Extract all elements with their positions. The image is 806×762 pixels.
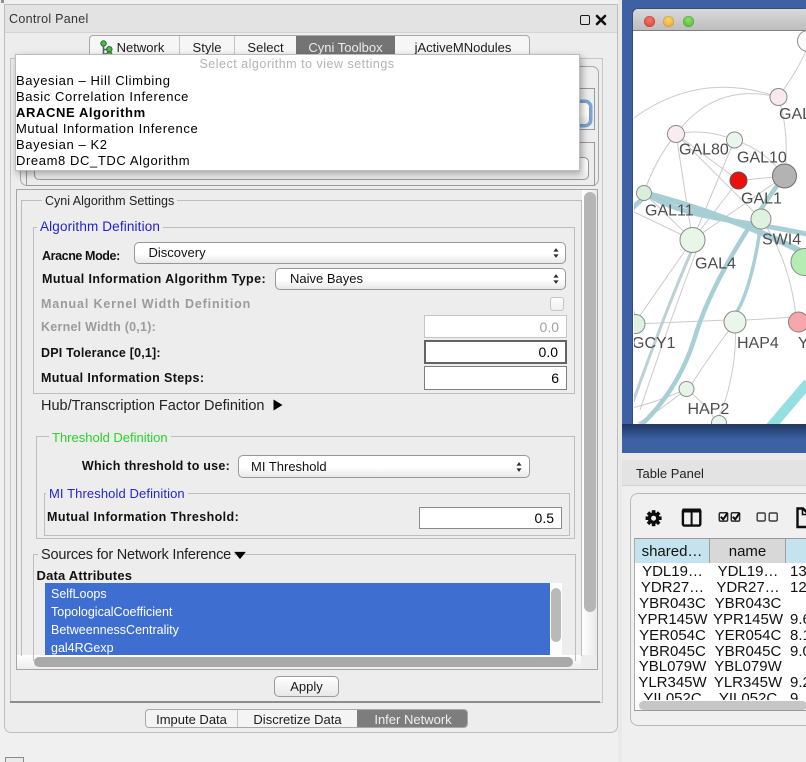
svg-text:SWI4: SWI4 [762, 232, 801, 249]
svg-text:GAL4: GAL4 [695, 256, 736, 273]
svg-text:GCY1: GCY1 [634, 335, 676, 352]
svg-text:GAL1: GAL1 [741, 191, 782, 208]
svg-text:HAP2: HAP2 [688, 401, 730, 418]
svg-text:GAL11: GAL11 [645, 203, 694, 220]
svg-text:HAP4: HAP4 [737, 335, 779, 352]
svg-text:YMR: YMR [798, 335, 806, 352]
svg-text:GAL10: GAL10 [737, 150, 787, 167]
svg-text:GAL80: GAL80 [679, 142, 729, 159]
svg-text:GAL7: GAL7 [779, 106, 806, 123]
